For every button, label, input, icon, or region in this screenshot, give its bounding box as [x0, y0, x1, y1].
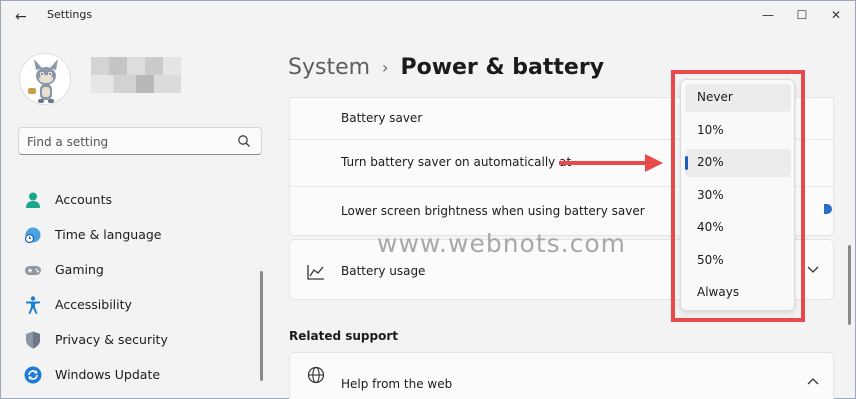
sidebar-item-accounts[interactable]: Accounts	[23, 184, 259, 214]
update-icon	[24, 366, 42, 384]
sidebar-item-gaming[interactable]: Gaming	[23, 254, 259, 284]
minimize-button[interactable]: —	[753, 5, 783, 25]
sidebar-item-time-language[interactable]: Time & language	[23, 219, 259, 249]
dropdown-option-label: 20%	[697, 155, 724, 169]
title-bar: ← Settings — ☐ ✕	[1, 1, 855, 31]
battery-saver-threshold-dropdown[interactable]: Never 10% 20% 30% 40% 50% Always	[680, 79, 795, 311]
chart-icon	[307, 265, 324, 280]
sidebar-scrollbar[interactable]	[260, 271, 263, 381]
sidebar-item-label: Time & language	[55, 227, 162, 242]
search-icon[interactable]	[237, 134, 251, 148]
auto-battery-saver-label: Turn battery saver on automatically at	[341, 155, 572, 169]
dropdown-option-never[interactable]: Never	[685, 84, 791, 112]
battery-usage-label: Battery usage	[341, 264, 426, 278]
dropdown-option-label: 10%	[697, 123, 724, 137]
selection-indicator	[685, 156, 688, 170]
chevron-up-icon[interactable]	[807, 377, 819, 387]
sidebar-item-label: Windows Update	[55, 367, 161, 382]
dropdown-option-label: 50%	[697, 253, 724, 267]
close-button[interactable]: ✕	[821, 5, 851, 25]
search-box[interactable]	[18, 127, 262, 155]
chevron-down-icon[interactable]	[807, 264, 819, 274]
dropdown-option-20[interactable]: 20%	[685, 149, 791, 177]
app-title: Settings	[47, 8, 93, 21]
battery-saver-label: Battery saver	[341, 111, 423, 125]
search-input[interactable]	[27, 133, 227, 151]
cartoon-cat-avatar-image	[20, 54, 70, 104]
help-from-web-card[interactable]: Help from the web	[289, 352, 834, 399]
dropdown-option-label: 40%	[697, 220, 724, 234]
help-from-web-label: Help from the web	[341, 377, 453, 391]
dropdown-option-always[interactable]: Always	[685, 279, 791, 307]
avatar[interactable]	[19, 53, 71, 105]
accounts-icon	[26, 192, 40, 208]
dropdown-option-label: Never	[697, 90, 733, 104]
dropdown-option-label: Always	[697, 285, 740, 299]
breadcrumb-parent[interactable]: System	[288, 55, 370, 80]
sidebar-item-label: Accessibility	[55, 297, 132, 312]
settings-window: ← Settings — ☐ ✕ Find a setting Accounts…	[0, 0, 856, 399]
main-scrollbar[interactable]	[848, 245, 851, 325]
sidebar-item-accessibility[interactable]: Accessibility	[23, 289, 259, 319]
shield-icon	[26, 331, 40, 349]
related-support-heading: Related support	[289, 329, 398, 343]
sidebar-item-label: Gaming	[55, 262, 104, 277]
annotation-arrow-icon	[559, 154, 663, 172]
sidebar-item-windows-update[interactable]: Windows Update	[23, 359, 259, 389]
sidebar-item-label: Accounts	[55, 192, 112, 207]
breadcrumb-separator: ›	[382, 58, 389, 77]
globe-icon	[307, 366, 325, 384]
dropdown-option-label: 30%	[697, 188, 724, 202]
dropdown-option-10[interactable]: 10%	[685, 117, 791, 145]
maximize-button[interactable]: ☐	[787, 5, 817, 25]
globe-clock-icon	[24, 227, 41, 244]
dropdown-option-50[interactable]: 50%	[685, 247, 791, 275]
sidebar-item-label: Privacy & security	[55, 332, 168, 347]
accessibility-icon	[26, 296, 40, 314]
profile-email-redacted	[91, 75, 181, 93]
watermark-text: www.webnots.com	[377, 229, 626, 258]
back-button[interactable]: ←	[15, 9, 33, 25]
page-title: Power & battery	[400, 55, 605, 80]
dropdown-option-30[interactable]: 30%	[685, 182, 791, 210]
dropdown-option-40[interactable]: 40%	[685, 214, 791, 242]
breadcrumb: System › Power & battery	[288, 55, 604, 85]
gamepad-icon	[25, 266, 41, 275]
lower-brightness-label: Lower screen brightness when using batte…	[341, 204, 645, 218]
sidebar-item-privacy-security[interactable]: Privacy & security	[23, 324, 259, 354]
